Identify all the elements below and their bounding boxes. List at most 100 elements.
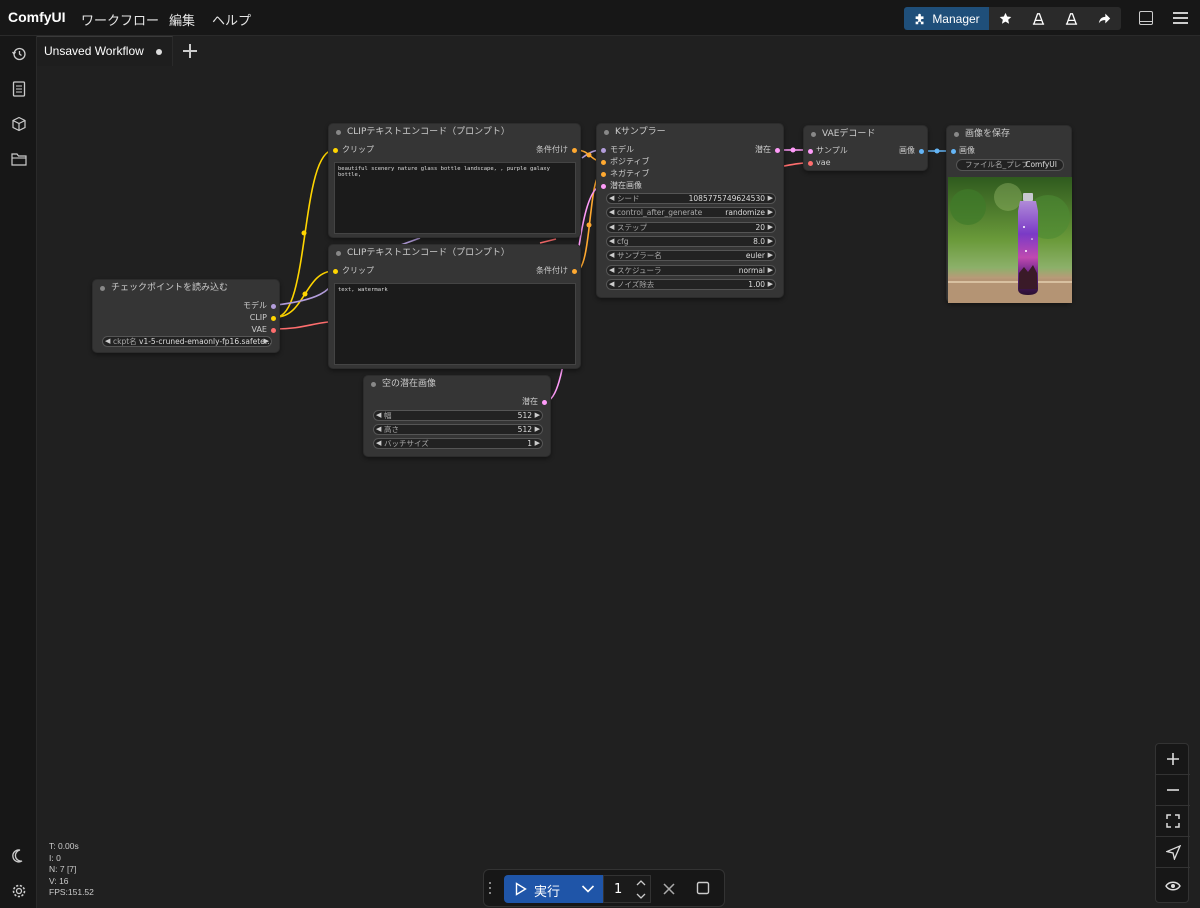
navigate-button[interactable] <box>1156 837 1190 868</box>
output-conditioning: 条件付け <box>536 145 568 154</box>
pin-latent-out[interactable] <box>542 400 547 405</box>
folder-workflows-icon[interactable] <box>9 149 28 168</box>
pin-vae[interactable] <box>271 328 276 333</box>
control-after-generate-widget[interactable]: ◀ control_after_generate randomize ▶ <box>606 207 776 218</box>
custom-nodes-icon[interactable] <box>1022 7 1055 30</box>
output-model[interactable]: モデル <box>243 301 267 311</box>
arrow-left-icon[interactable]: ◀ <box>376 411 381 420</box>
pin-model[interactable] <box>271 304 276 309</box>
pin-images-in[interactable] <box>951 149 956 154</box>
arrow-left-icon[interactable]: ◀ <box>376 425 381 434</box>
arrow-right-icon[interactable]: ▶ <box>768 208 773 217</box>
pin-clip-in[interactable] <box>333 148 338 153</box>
pin-negative-in[interactable] <box>601 172 606 177</box>
history-icon[interactable] <box>9 44 28 63</box>
arrow-left-icon[interactable]: ◀ <box>105 337 110 346</box>
height-widget[interactable]: ◀ 高さ 512 ▶ <box>373 424 543 435</box>
queue-document-icon[interactable] <box>9 79 28 98</box>
stop-square-icon[interactable] <box>696 881 710 895</box>
toggle-bottom-panel-icon[interactable] <box>1139 11 1153 25</box>
arrow-right-icon[interactable]: ▶ <box>264 337 269 346</box>
zoom-out-button[interactable] <box>1156 775 1190 806</box>
arrow-left-icon[interactable]: ◀ <box>609 266 614 275</box>
zoom-in-button[interactable] <box>1156 744 1190 775</box>
arrow-left-icon[interactable]: ◀ <box>609 237 614 246</box>
output-clip[interactable]: CLIP <box>250 313 267 323</box>
share-icon[interactable] <box>1088 7 1121 30</box>
pin-conditioning-out[interactable] <box>572 148 577 153</box>
arrow-right-icon[interactable]: ▶ <box>768 194 773 203</box>
prompt-textarea[interactable]: text, watermark <box>334 283 576 365</box>
pin-vae-in[interactable] <box>808 161 813 166</box>
pin-positive-in[interactable] <box>601 160 606 165</box>
drag-handle-icon[interactable] <box>489 882 492 896</box>
pin-samples-in[interactable] <box>808 149 813 154</box>
pin-clip-in[interactable] <box>333 269 338 274</box>
steps-widget[interactable]: ◀ ステップ 20 ▶ <box>606 222 776 233</box>
denoise-widget[interactable]: ◀ ノイズ除去 1.00 ▶ <box>606 279 776 290</box>
seed-widget[interactable]: ◀ シード 1085775749624530 ▶ <box>606 193 776 204</box>
app-logo[interactable]: ComfyUI <box>8 9 66 25</box>
models-icon[interactable] <box>1055 7 1088 30</box>
ckpt-name-combo[interactable]: ◀ ckpt名 v1-5-cruned-emaonly-fp16.safete.… <box>102 336 272 347</box>
arrow-left-icon[interactable]: ◀ <box>609 251 614 260</box>
arrow-right-icon[interactable]: ▶ <box>535 425 540 434</box>
fit-view-icon <box>1166 814 1180 828</box>
node-save-image[interactable]: 画像を保存 画像 ファイル名_プレフ ComfyUI <box>946 125 1072 303</box>
menu-workflow[interactable]: ワークフロー <box>81 10 159 29</box>
pin-model-in[interactable] <box>601 148 606 153</box>
arrow-left-icon[interactable]: ◀ <box>609 280 614 289</box>
cube-models-icon[interactable] <box>9 114 28 133</box>
unsaved-dot-icon[interactable] <box>156 49 162 55</box>
pin-latent-out[interactable] <box>775 148 780 153</box>
batch-size-widget[interactable]: ◀ バッチサイズ 1 ▶ <box>373 438 543 449</box>
arrow-left-icon[interactable]: ◀ <box>376 439 381 448</box>
arrow-left-icon[interactable]: ◀ <box>609 208 614 217</box>
node-ksampler[interactable]: Kサンプラー モデル 潜在 ポジティブ ネガティブ 潜在画像 ◀ シード 10857… <box>596 123 784 298</box>
cancel-x-icon[interactable] <box>662 882 676 896</box>
arrow-right-icon[interactable]: ▶ <box>768 237 773 246</box>
run-mode-dropdown[interactable] <box>573 875 603 903</box>
arrow-right-icon[interactable]: ▶ <box>535 439 540 448</box>
preview-image[interactable] <box>948 177 1072 303</box>
arrow-right-icon[interactable]: ▶ <box>768 266 773 275</box>
star-icon[interactable] <box>989 7 1022 30</box>
increment-icon[interactable] <box>636 879 646 887</box>
sampler-name-widget[interactable]: ◀ サンプラー名 euler ▶ <box>606 250 776 261</box>
arrow-right-icon[interactable]: ▶ <box>535 411 540 420</box>
moon-theme-icon[interactable] <box>9 846 28 865</box>
filename-prefix-widget[interactable]: ファイル名_プレフ ComfyUI <box>956 159 1064 171</box>
input-model: モデル <box>610 145 634 154</box>
node-clip-text-encode-positive[interactable]: CLIPテキストエンコード（プロンプト） クリップ 条件付け beautiful… <box>328 123 581 238</box>
decrement-icon[interactable] <box>636 892 646 900</box>
node-empty-latent-image[interactable]: 空の潜在画像 潜在 ◀ 幅 512 ▶ ◀ 高さ 512 ▶ ◀ バッチサイズ 1 ▶ <box>363 375 551 457</box>
batch-count-input[interactable]: 1 <box>603 875 651 903</box>
hamburger-menu-icon[interactable] <box>1173 12 1188 24</box>
pin-conditioning-out[interactable] <box>572 269 577 274</box>
arrow-right-icon[interactable]: ▶ <box>768 280 773 289</box>
arrow-right-icon[interactable]: ▶ <box>768 251 773 260</box>
output-vae[interactable]: VAE <box>252 325 268 335</box>
cfg-widget[interactable]: ◀ cfg 8.0 ▶ <box>606 236 776 247</box>
prompt-textarea[interactable]: beautiful scenery nature glass bottle la… <box>334 162 576 234</box>
link-vae <box>275 321 329 330</box>
manager-button[interactable]: Manager <box>904 7 989 30</box>
node-vae-decode[interactable]: VAEデコード サンプル 画像 vae <box>803 125 928 171</box>
node-clip-text-encode-negative[interactable]: CLIPテキストエンコード（プロンプト） クリップ 条件付け text, wat… <box>328 244 581 369</box>
arrow-left-icon[interactable]: ◀ <box>609 223 614 232</box>
tab-unsaved-workflow[interactable]: Unsaved Workflow <box>37 36 173 66</box>
node-checkpoint-loader[interactable]: チェックポイントを読み込む モデル CLIP VAE ◀ ckpt名 v1-5-… <box>92 279 280 353</box>
toggle-link-visibility-button[interactable] <box>1156 868 1190 903</box>
settings-gear-icon[interactable] <box>9 881 28 900</box>
menu-help[interactable]: ヘルプ <box>212 10 251 29</box>
pin-latent-in[interactable] <box>601 184 606 189</box>
scheduler-widget[interactable]: ◀ スケジューラ normal ▶ <box>606 265 776 276</box>
width-widget[interactable]: ◀ 幅 512 ▶ <box>373 410 543 421</box>
menu-edit[interactable]: 編集 <box>169 10 195 29</box>
pin-image-out[interactable] <box>919 149 924 154</box>
pin-clip[interactable] <box>271 316 276 321</box>
arrow-right-icon[interactable]: ▶ <box>768 223 773 232</box>
arrow-left-icon[interactable]: ◀ <box>609 194 614 203</box>
new-tab-plus-icon[interactable] <box>180 41 200 61</box>
fit-view-button[interactable] <box>1156 806 1190 837</box>
